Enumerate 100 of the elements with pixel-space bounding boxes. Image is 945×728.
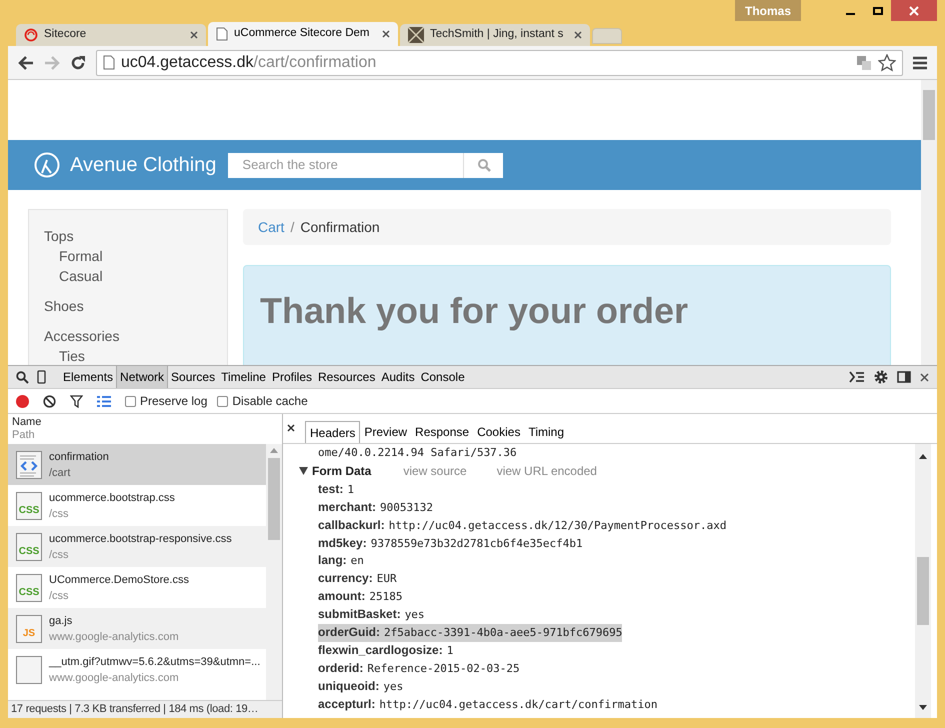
console-drawer-icon[interactable] — [849, 371, 865, 383]
scrollbar-thumb[interactable] — [917, 557, 929, 625]
form-value: EUR — [376, 571, 397, 588]
browser-tab[interactable]: TechSmith | Jing, instant s — [400, 24, 590, 46]
detail-tab[interactable]: Response — [411, 421, 474, 443]
form-value: yes — [404, 607, 425, 624]
request-path: www.google-analytics.com — [49, 670, 179, 686]
menu-icon[interactable] — [913, 56, 927, 70]
request-path: /css — [49, 548, 69, 562]
user-name: Thomas — [734, 0, 801, 21]
request-row[interactable]: confirmation /cart — [8, 444, 266, 485]
panel-tab[interactable]: Elements — [60, 366, 116, 388]
phone-icon[interactable] — [37, 370, 46, 384]
filter-icon[interactable] — [70, 394, 83, 408]
close-icon[interactable] — [190, 31, 198, 39]
checkbox[interactable] — [217, 396, 228, 406]
form-key: flexwin_cardlogosize: — [318, 642, 443, 659]
address-field[interactable]: uc04.getaccess.dk/cart/confirmation — [96, 50, 903, 76]
checkbox[interactable] — [125, 396, 136, 406]
dock-icon[interactable] — [897, 370, 912, 384]
file-icon — [16, 656, 42, 684]
star-icon[interactable] — [878, 54, 896, 72]
scrollbar-thumb[interactable] — [268, 458, 280, 540]
html-file-icon — [16, 450, 42, 478]
close-icon[interactable] — [920, 372, 929, 382]
form-value: 1 — [347, 482, 354, 498]
detail-tab[interactable]: Timing — [524, 421, 568, 443]
search-icon[interactable] — [16, 370, 29, 384]
form-value: 90053132 — [380, 500, 433, 516]
column-header[interactable]: Name — [12, 416, 42, 429]
form-value: 25185 — [369, 589, 402, 606]
settings-icon[interactable] — [873, 369, 889, 385]
scrollbar-thumb[interactable] — [923, 90, 935, 140]
close-icon[interactable] — [287, 424, 295, 432]
subcategory-link[interactable]: Ties — [59, 346, 85, 365]
request-name[interactable]: confirmation — [49, 448, 109, 464]
checkbox-label[interactable]: Disable cache — [232, 392, 308, 410]
browser-tab[interactable]: uCommerce Sitecore Dem — [208, 22, 398, 46]
disclosure-triangle-icon[interactable] — [299, 467, 308, 476]
file-type-badge: JS — [16, 614, 42, 642]
request-row[interactable]: CSS ucommerce.bootstrap-responsive.css /css — [8, 526, 266, 567]
reload-icon[interactable] — [70, 54, 86, 70]
detail-tab[interactable]: Cookies — [473, 421, 524, 443]
back-icon[interactable] — [18, 56, 34, 70]
browser-tab[interactable]: Sitecore — [16, 24, 206, 46]
section-title: Form Data — [312, 462, 372, 480]
form-key: uniqueoid: — [318, 678, 380, 695]
checkbox-label[interactable]: Preserve log — [140, 392, 208, 410]
request-name[interactable]: ga.js — [49, 612, 72, 628]
heading: Thank you for your order — [260, 289, 690, 333]
status-bar: 17 requests | 7.3 KB transferred | 184 ms (load: 19… — [8, 700, 282, 718]
form-value: 2f5abacc-3391-4b0a-aee5-971bfc679695 — [384, 625, 622, 642]
list-view-icon[interactable] — [97, 396, 111, 406]
scroll-down-icon[interactable] — [919, 705, 927, 710]
request-path: /cart — [49, 466, 70, 480]
panel-tab[interactable]: Network — [116, 366, 168, 388]
request-name[interactable]: ucommerce.bootstrap.css — [49, 490, 175, 506]
page-icon — [103, 55, 115, 70]
close-icon[interactable] — [574, 31, 582, 39]
url-host: uc04.getaccess.dk — [121, 54, 254, 70]
panel-tab[interactable]: Audits — [378, 366, 418, 388]
form-key: accepturl: — [318, 696, 376, 713]
form-value: 9378559e73b32d2781cb6f4e35ecf4b1 — [370, 536, 583, 552]
panel-tab[interactable]: Timeline — [218, 366, 269, 388]
form-value: yes — [383, 678, 404, 695]
detail-tab[interactable]: Preview — [360, 421, 412, 443]
request-name[interactable]: ucommerce.bootstrap-responsive.css — [49, 530, 232, 546]
url-path: /cart/confirmation — [254, 54, 376, 70]
form-key: md5key: — [318, 534, 367, 552]
panel-tab[interactable]: Console — [418, 366, 468, 388]
list-scrollbar[interactable] — [266, 444, 282, 700]
breadcrumb-current: Confirmation — [300, 218, 380, 236]
form-value: 1 — [446, 642, 454, 659]
category-link[interactable]: Shoes — [44, 296, 212, 316]
page-scrollbar[interactable] — [921, 80, 937, 365]
form-key: test: — [318, 480, 344, 498]
detail-scrollbar[interactable] — [915, 444, 931, 718]
section-link[interactable]: view source — [403, 462, 467, 480]
record-button[interactable] — [16, 394, 29, 408]
close-icon[interactable] — [382, 30, 390, 38]
request-row[interactable]: JS ga.js www.google-analytics.com — [8, 608, 266, 649]
translate-icon[interactable] — [856, 54, 872, 70]
category-link[interactable]: Accessories — [44, 326, 212, 346]
panel-tab[interactable]: Sources — [168, 366, 218, 388]
logo-icon[interactable] — [34, 152, 60, 178]
clear-icon[interactable] — [43, 394, 56, 408]
detail-tab[interactable]: Headers — [305, 421, 360, 443]
panel-tab[interactable]: Resources — [315, 366, 378, 388]
form-key: orderid: — [318, 660, 364, 677]
category-link[interactable]: Tops — [44, 226, 212, 246]
subcategory-link[interactable]: Formal — [59, 246, 103, 266]
request-name[interactable]: UCommerce.DemoStore.css — [49, 572, 189, 588]
panel-tab[interactable]: Profiles — [268, 366, 315, 388]
request-path: www.google-analytics.com — [49, 630, 179, 644]
subcategory-link[interactable]: Casual — [59, 266, 103, 286]
column-header[interactable]: Path — [12, 429, 35, 442]
tab-title: uCommerce Sitecore Dem — [234, 26, 370, 42]
scroll-up-icon[interactable] — [919, 454, 927, 459]
request-name[interactable]: __utm.gif?utmwv=5.6.2&utms=39&utmn=... — [49, 654, 260, 670]
section-link[interactable]: view URL encoded — [496, 462, 597, 480]
